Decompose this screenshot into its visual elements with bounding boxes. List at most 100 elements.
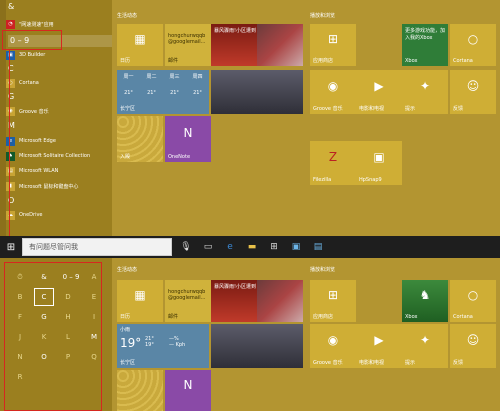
tile-store[interactable]: ⊞ 应用商店 — [310, 280, 356, 322]
tile-tips[interactable]: ✦ 提示 — [402, 324, 448, 368]
explorer-icon[interactable]: ▬ — [244, 239, 260, 255]
tile-label: Filezilla — [313, 177, 332, 183]
jump-letter-r[interactable]: R — [10, 368, 30, 386]
mic-icon[interactable]: 🎙 — [178, 239, 194, 255]
tile-onenote[interactable]: N OneNote — [165, 116, 211, 162]
section-letter-g[interactable]: G — [8, 92, 14, 101]
jump-letter-j[interactable]: J — [10, 328, 30, 346]
edge-icon[interactable]: e — [222, 239, 238, 255]
tile-movies[interactable]: ▶ 电影和电视 — [356, 324, 402, 368]
jump-letter-c[interactable]: C — [34, 288, 54, 306]
jump-letter-k[interactable]: K — [34, 328, 54, 346]
app-item-edge[interactable]: e Microsoft Edge — [6, 135, 112, 147]
section-letter-m[interactable]: M — [8, 121, 15, 130]
jump-letter-n[interactable]: N — [10, 348, 30, 366]
jump-letter-d[interactable]: D — [58, 288, 78, 306]
tile-store[interactable]: ⊞ 应用商店 — [310, 24, 356, 66]
tile-label: 反馈 — [453, 106, 464, 112]
app-label: Microsoft Solitaire Collection — [19, 153, 91, 159]
tile-photo[interactable] — [257, 24, 303, 66]
app-item-groove[interactable]: ◉ Groove 音乐 — [6, 105, 112, 117]
tile-cortana[interactable]: ○ Cortana — [450, 24, 496, 66]
app-item-cortana[interactable]: ○ Cortana — [6, 77, 112, 89]
tile-news[interactable]: 暴风骤雨!小区遭到 — [211, 280, 257, 322]
tile-feedback[interactable]: ☺ 反馈 — [450, 324, 496, 368]
jump-letter-h[interactable]: H — [58, 308, 78, 326]
tile-groove[interactable]: ◉ Groove 音乐 — [310, 70, 356, 114]
weather-day: 周四 — [192, 74, 203, 80]
jump-letter-amp[interactable]: & — [34, 268, 54, 286]
windows-icon: ⊞ — [6, 241, 16, 253]
jump-letter-i[interactable]: I — [84, 308, 104, 326]
weather-day: 周二 — [146, 74, 157, 80]
jump-recent-icon[interactable]: ⏱ — [10, 268, 30, 286]
tile-weather[interactable]: 小雨 19° 21° 19° —% — Kph 长宁区 — [117, 324, 209, 368]
tile-label: 日历 — [120, 58, 131, 64]
group-title-play[interactable]: 播放和浏览 — [310, 12, 335, 19]
jump-letter-m[interactable]: M — [84, 328, 104, 346]
tile-xbox[interactable]: ♞ Xbox — [402, 280, 448, 322]
tile-movies[interactable]: ▶ 电影和电视 — [356, 70, 402, 114]
app-item-solitaire[interactable]: ♠ Microsoft Solitaire Collection — [6, 150, 112, 162]
search-input[interactable]: 有问题尽管问我 — [22, 238, 172, 256]
jump-letter-l[interactable]: L — [58, 328, 78, 346]
jump-letter-g[interactable]: G — [34, 308, 54, 326]
jump-letter-b[interactable]: B — [10, 288, 30, 306]
tile-weather[interactable]: 周一 周二 周三 周四 21° 21° 21° 21° 长宁区 — [117, 70, 209, 114]
cortana-icon: ○ — [6, 78, 15, 88]
store-icon[interactable]: ⊞ — [266, 239, 282, 255]
tile-calendar[interactable]: ▦ 日历 — [117, 280, 163, 322]
tile-entertainment[interactable] — [117, 370, 163, 411]
film-icon: ▶ — [374, 78, 384, 93]
tile-hpsnap[interactable]: ▣ HpSnap9 — [356, 141, 402, 185]
start-button[interactable]: ⊞ — [0, 236, 22, 258]
tile-photo[interactable] — [257, 280, 303, 322]
section-letter-c[interactable]: C — [8, 64, 14, 73]
tile-groove[interactable]: ◉ Groove 音乐 — [310, 324, 356, 368]
tile-label: 邮件 — [168, 58, 179, 64]
app-item-wlan[interactable]: ▤ Microsoft WLAN — [6, 165, 112, 177]
jump-letter-o[interactable]: O — [34, 348, 54, 366]
group-title-life[interactable]: 生活动态 — [117, 12, 137, 19]
speed-icon: ◔ — [6, 19, 15, 29]
store-icon: ⊞ — [327, 32, 339, 47]
tile-photos[interactable] — [211, 324, 303, 368]
app-icon[interactable]: ▤ — [310, 239, 326, 255]
tile-xbox[interactable]: 更多游戏功能，加入我的Xbox Xbox — [402, 24, 448, 66]
tile-news[interactable]: 暴风骤雨!小区遭到 — [211, 24, 257, 66]
group-title-life[interactable]: 生活动态 — [117, 266, 137, 273]
photos-icon[interactable]: ▣ — [288, 239, 304, 255]
jump-letter-e[interactable]: E — [84, 288, 104, 306]
tile-mail[interactable]: hongchurwqqb @googlemail... 邮件 — [165, 280, 211, 322]
tile-feedback[interactable]: ☺ 反馈 — [450, 70, 496, 114]
section-letter-amp[interactable]: & — [8, 2, 14, 11]
lightbulb-icon: ✦ — [419, 78, 431, 93]
group-title-play[interactable]: 播放和浏览 — [310, 266, 335, 273]
weather-temp: 21° — [193, 90, 202, 96]
tile-cortana[interactable]: ○ Cortana — [450, 280, 496, 322]
jump-letter-q[interactable]: Q — [84, 348, 104, 366]
jump-letter-p[interactable]: P — [58, 348, 78, 366]
task-view-icon[interactable]: ▭ — [200, 239, 216, 255]
tile-onenote[interactable]: N — [165, 370, 211, 411]
weather-state: 小雨 — [120, 327, 131, 333]
tile-calendar[interactable]: ▦ 日历 — [117, 24, 163, 66]
section-letter-o[interactable]: O — [8, 196, 14, 205]
tile-filezilla[interactable]: Z Filezilla — [310, 141, 356, 185]
tile-tips[interactable]: ✦ 提示 — [402, 70, 448, 114]
jump-letter-0-9[interactable]: 0 – 9 — [58, 268, 84, 286]
jump-letter-a[interactable]: A — [84, 268, 104, 286]
app-item-speedtest[interactable]: ◔ "网速测速"应用 — [6, 18, 112, 30]
tile-mail[interactable]: hongchurwqqb @googlemail... 邮件 — [165, 24, 211, 66]
tile-photos[interactable] — [211, 70, 303, 114]
section-letter-0-9[interactable]: 0 – 9 — [8, 35, 112, 47]
app-item-onedrive[interactable]: ☁ OneDrive — [6, 209, 112, 221]
app-item-3d-builder[interactable]: ▣ 3D Builder — [6, 49, 112, 61]
app-item-mouse-keyboard[interactable]: ▮ Microsoft 鼠标和键盘中心 — [6, 180, 112, 192]
tile-entertainment[interactable]: 入殿 — [117, 116, 163, 162]
weather-place: 长宁区 — [120, 360, 136, 366]
weather-place: 长宁区 — [120, 106, 136, 112]
jump-letter-f[interactable]: F — [10, 308, 30, 326]
cloud-icon: ☁ — [6, 210, 15, 220]
tile-label: 入殿 — [120, 154, 131, 160]
